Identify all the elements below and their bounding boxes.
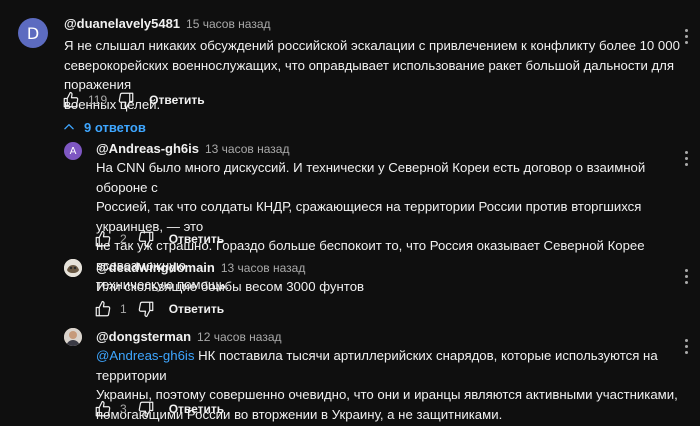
avatar-image (64, 259, 82, 277)
avatar-image (64, 328, 82, 346)
reply-line: @Andreas-gh6is НК поставила тысячи артил… (96, 346, 686, 385)
reply-button[interactable]: Ответить (169, 232, 224, 246)
comment-line: Я не слышал никаких обсуждений российско… (64, 38, 680, 53)
more-vert-icon[interactable] (676, 148, 696, 168)
dislike-icon[interactable] (135, 398, 157, 420)
reply-line: Или скользящие бомбы весом 3000 фунтов (96, 279, 365, 294)
like-count: 3 (120, 402, 127, 416)
reply-time[interactable]: 13 часов назад (205, 142, 289, 156)
reply-actions: 1 Ответить (92, 298, 224, 320)
replies-count-label: 9 ответов (84, 119, 146, 135)
avatar[interactable]: A (64, 142, 82, 160)
like-count: 119 (88, 93, 108, 107)
comment-time[interactable]: 15 часов назад (186, 17, 270, 31)
reply-button[interactable]: Ответить (169, 302, 224, 316)
reply-actions: 3 Ответить (92, 398, 224, 420)
like-count: 1 (120, 302, 127, 316)
more-vert-icon[interactable] (676, 26, 696, 46)
avatar[interactable]: D (18, 18, 48, 48)
reply-time[interactable]: 13 часов назад (221, 261, 305, 275)
like-icon[interactable] (60, 89, 82, 111)
reply-author[interactable]: @dongsterman (96, 329, 191, 344)
avatar[interactable] (64, 259, 82, 277)
more-vert-icon[interactable] (676, 266, 696, 286)
more-vert-icon[interactable] (676, 336, 696, 356)
reply-header: @Andreas-gh6is 13 часов назад (96, 141, 289, 156)
reply-time[interactable]: 12 часов назад (197, 330, 281, 344)
reply-line: На CNN было много дискуссий. И техническ… (96, 160, 646, 195)
chevron-up-icon (64, 124, 74, 130)
like-icon[interactable] (92, 398, 114, 420)
replies-toggle-button[interactable]: 9 ответов (62, 116, 146, 138)
reply-actions: 2 Ответить (92, 228, 224, 250)
reply-button[interactable]: Ответить (169, 402, 224, 416)
dislike-icon[interactable] (115, 89, 137, 111)
comment-author[interactable]: @duanelavely5481 (64, 16, 180, 31)
like-icon[interactable] (92, 298, 114, 320)
avatar[interactable] (64, 328, 82, 346)
reply-author[interactable]: @Andreas-gh6is (96, 141, 199, 156)
avatar-letter: D (26, 23, 40, 43)
reply-button[interactable]: Ответить (149, 93, 204, 107)
like-count: 2 (120, 232, 127, 246)
comment-actions: 119 Ответить (60, 89, 205, 111)
dislike-icon[interactable] (135, 298, 157, 320)
comment-header: @duanelavely5481 15 часов назад (64, 16, 271, 31)
reply-text: Или скользящие бомбы весом 3000 фунтов (96, 277, 686, 297)
reply-header: @deadwingdomain 13 часов назад (96, 260, 305, 275)
mention-link[interactable]: @Andreas-gh6is (96, 348, 194, 363)
reply-author[interactable]: @deadwingdomain (96, 260, 215, 275)
dislike-icon[interactable] (135, 228, 157, 250)
avatar-letter: A (69, 145, 77, 157)
like-icon[interactable] (92, 228, 114, 250)
reply-header: @dongsterman 12 часов назад (96, 329, 282, 344)
